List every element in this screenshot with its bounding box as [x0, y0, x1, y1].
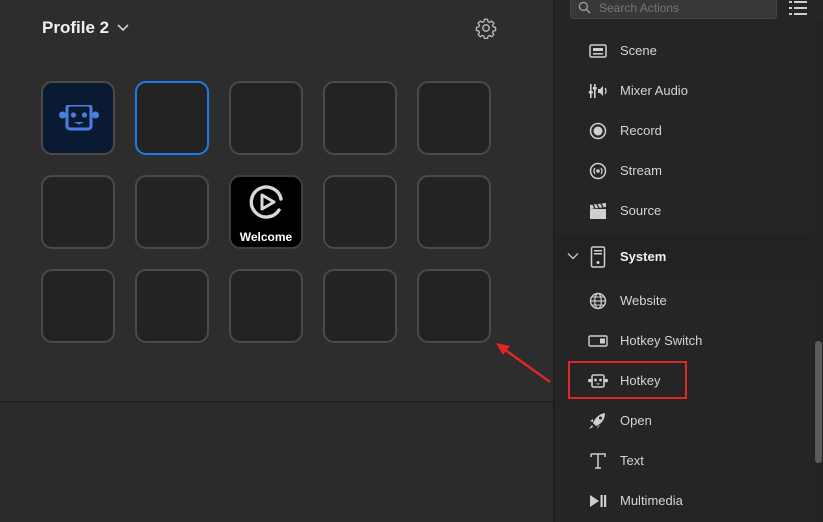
action-label: Source	[620, 203, 662, 218]
action-scene[interactable]: Scene	[555, 31, 813, 71]
robot-icon	[588, 374, 608, 388]
action-source[interactable]: Source	[555, 191, 813, 231]
action-label: Stream	[620, 163, 662, 178]
action-label: Website	[620, 293, 667, 308]
key-empty[interactable]	[41, 175, 115, 249]
profile-selector[interactable]: Profile 2	[42, 18, 129, 38]
action-label: Open	[620, 413, 652, 428]
action-label: Multimedia	[620, 493, 683, 508]
key-empty[interactable]	[135, 269, 209, 343]
key-empty[interactable]	[323, 81, 397, 155]
key-empty[interactable]	[135, 175, 209, 249]
search-icon	[578, 1, 591, 14]
elgato-logo-icon	[249, 185, 283, 219]
key-empty[interactable]	[229, 81, 303, 155]
action-label: Mixer Audio	[620, 83, 688, 98]
action-label: Scene	[620, 43, 657, 58]
properties-pane	[0, 401, 553, 522]
gear-icon[interactable]	[475, 17, 497, 39]
category-system[interactable]: System	[555, 234, 813, 280]
key-empty-selected[interactable]	[135, 81, 209, 155]
key-hotkey[interactable]	[41, 81, 115, 155]
search-input[interactable]	[597, 0, 776, 17]
category-label: System	[620, 249, 667, 264]
action-text[interactable]: Text	[555, 441, 813, 481]
scene-icon	[589, 44, 607, 58]
multimedia-icon	[590, 495, 607, 507]
robot-icon	[59, 105, 99, 131]
search-box	[570, 0, 777, 19]
action-label: Record	[620, 123, 662, 138]
key-empty[interactable]	[417, 81, 491, 155]
action-mixer-audio[interactable]: Mixer Audio	[555, 71, 813, 111]
scrollbar-thumb[interactable]	[815, 341, 822, 463]
action-label: Hotkey	[620, 373, 661, 388]
key-empty[interactable]	[41, 269, 115, 343]
key-welcome[interactable]: Welcome	[229, 175, 303, 249]
action-stream[interactable]: Stream	[555, 151, 813, 191]
chevron-down-icon	[567, 252, 579, 260]
action-website[interactable]: Website	[555, 281, 813, 321]
globe-icon	[589, 292, 607, 310]
text-icon	[590, 453, 606, 469]
key-empty[interactable]	[323, 269, 397, 343]
rocket-icon	[589, 413, 605, 429]
action-multimedia[interactable]: Multimedia	[555, 481, 813, 521]
key-empty[interactable]	[323, 175, 397, 249]
list-view-icon[interactable]	[789, 0, 807, 16]
mixer-audio-icon	[588, 84, 607, 98]
key-label: Welcome	[239, 230, 293, 244]
action-hotkey[interactable]: Hotkey	[555, 361, 813, 401]
action-record[interactable]: Record	[555, 111, 813, 151]
source-icon	[590, 203, 606, 219]
key-empty[interactable]	[417, 175, 491, 249]
action-label: Text	[620, 453, 644, 468]
record-icon	[589, 122, 607, 140]
key-empty[interactable]	[417, 269, 491, 343]
key-empty[interactable]	[229, 269, 303, 343]
system-icon	[590, 246, 606, 268]
action-hotkey-switch[interactable]: Hotkey Switch	[555, 321, 813, 361]
stream-icon	[589, 162, 607, 180]
profile-name: Profile 2	[42, 18, 110, 37]
chevron-down-icon	[117, 24, 129, 32]
action-label: Hotkey Switch	[620, 333, 703, 348]
hotkey-switch-icon	[588, 335, 608, 347]
action-open[interactable]: Open	[555, 401, 813, 441]
